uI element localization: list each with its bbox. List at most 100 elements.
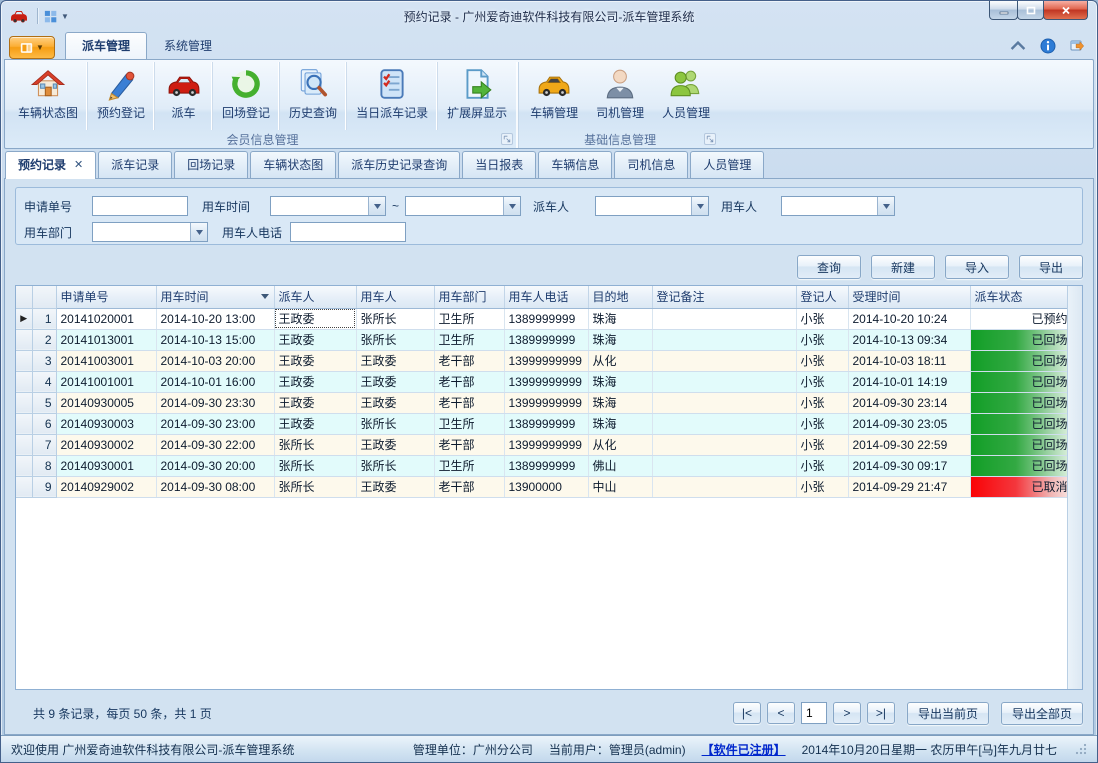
ribbon-button-派车[interactable]: 派车: [154, 62, 212, 130]
cell-phone[interactable]: 1389999999: [504, 329, 588, 350]
document-tab-回场记录[interactable]: 回场记录: [174, 151, 248, 178]
cell-dept[interactable]: 老干部: [434, 371, 504, 392]
cell-note[interactable]: [652, 350, 796, 371]
cell-status[interactable]: 已预约: [970, 308, 1067, 329]
cell-dest[interactable]: 珠海: [588, 392, 652, 413]
cell-order[interactable]: 20140929002: [56, 476, 156, 497]
cell-dispatcher[interactable]: 王政委: [274, 350, 356, 371]
cell-status[interactable]: 已回场: [970, 350, 1067, 371]
document-tab-派车记录[interactable]: 派车记录: [98, 151, 172, 178]
document-tab-司机信息[interactable]: 司机信息: [614, 151, 688, 178]
title-bar[interactable]: ▼ 预约记录 - 广州爱奇迪软件科技有限公司-派车管理系统: [4, 1, 1094, 31]
first-page-button[interactable]: |<: [733, 702, 761, 724]
cell-dept[interactable]: 卫生所: [434, 455, 504, 476]
cell-status[interactable]: 已回场: [970, 392, 1067, 413]
cell-time[interactable]: 2014-09-30 23:30: [156, 392, 274, 413]
about-icon[interactable]: [1070, 38, 1086, 54]
cell-dest[interactable]: 珠海: [588, 413, 652, 434]
minimize-button[interactable]: [989, 1, 1018, 20]
cell-user[interactable]: 王政委: [356, 434, 434, 455]
cell-registrar[interactable]: 小张: [796, 455, 848, 476]
cell-phone[interactable]: 13999999999: [504, 434, 588, 455]
ribbon-button-扩展屏显示[interactable]: 扩展屏显示: [437, 62, 516, 130]
cell-time[interactable]: 2014-09-30 23:00: [156, 413, 274, 434]
column-header-用车时间[interactable]: 用车时间: [156, 286, 274, 308]
cell-registrar[interactable]: 小张: [796, 392, 848, 413]
table-row[interactable]: 6201409300032014-09-30 23:00王政委张所长卫生所138…: [16, 413, 1067, 434]
column-header-申请单号[interactable]: 申请单号: [56, 286, 156, 308]
cell-phone[interactable]: 13999999999: [504, 350, 588, 371]
query-button[interactable]: 查询: [797, 255, 861, 279]
ribbon-button-车辆状态图[interactable]: 车辆状态图: [9, 62, 87, 130]
page-number-input[interactable]: [801, 702, 827, 724]
ribbon-button-预约登记[interactable]: 预约登记: [87, 62, 154, 130]
cell-dest[interactable]: 珠海: [588, 371, 652, 392]
cell-phone[interactable]: 13900000: [504, 476, 588, 497]
prev-page-button[interactable]: <: [767, 702, 795, 724]
ribbon-button-当日派车记录[interactable]: 当日派车记录: [346, 62, 437, 130]
cell-registrar[interactable]: 小张: [796, 308, 848, 329]
close-button[interactable]: [1043, 1, 1088, 20]
import-button[interactable]: 导入: [945, 255, 1009, 279]
cell-dept[interactable]: 老干部: [434, 434, 504, 455]
cell-registrar[interactable]: 小张: [796, 476, 848, 497]
ribbon-button-司机管理[interactable]: 司机管理: [587, 62, 653, 130]
cell-dispatcher[interactable]: 王政委: [274, 392, 356, 413]
export-all-pages-button[interactable]: 导出全部页: [1001, 702, 1083, 725]
vertical-scrollbar[interactable]: [1067, 286, 1082, 689]
cell-status[interactable]: 已取消: [970, 476, 1067, 497]
cell-accepted[interactable]: 2014-09-30 09:17: [848, 455, 970, 476]
ribbon-button-人员管理[interactable]: 人员管理: [653, 62, 719, 130]
last-page-button[interactable]: >|: [867, 702, 895, 724]
table-row[interactable]: 5201409300052014-09-30 23:30王政委王政委老干部139…: [16, 392, 1067, 413]
cell-user[interactable]: 王政委: [356, 371, 434, 392]
chevron-down-icon[interactable]: [691, 197, 708, 215]
document-tab-人员管理[interactable]: 人员管理: [690, 151, 764, 178]
cell-registrar[interactable]: 小张: [796, 329, 848, 350]
cell-order[interactable]: 20141013001: [56, 329, 156, 350]
dept-combo[interactable]: [92, 222, 208, 242]
use-time-to-combo[interactable]: [405, 196, 521, 216]
column-header-登记人[interactable]: 登记人: [796, 286, 848, 308]
table-row[interactable]: 4201410010012014-10-01 16:00王政委王政委老干部139…: [16, 371, 1067, 392]
cell-status[interactable]: 已回场: [970, 413, 1067, 434]
cell-accepted[interactable]: 2014-10-03 18:11: [848, 350, 970, 371]
cell-note[interactable]: [652, 434, 796, 455]
column-header-用车部门[interactable]: 用车部门: [434, 286, 504, 308]
quick-access-toolbar-icon[interactable]: [43, 9, 58, 24]
cell-order[interactable]: 20140930005: [56, 392, 156, 413]
cell-dept[interactable]: 卫生所: [434, 329, 504, 350]
cell-dest[interactable]: 从化: [588, 350, 652, 371]
cell-phone[interactable]: 1389999999: [504, 308, 588, 329]
cell-dept[interactable]: 卫生所: [434, 308, 504, 329]
cell-accepted[interactable]: 2014-09-29 21:47: [848, 476, 970, 497]
table-row[interactable]: 8201409300012014-09-30 20:00张所长张所长卫生所138…: [16, 455, 1067, 476]
cell-status[interactable]: 已回场: [970, 455, 1067, 476]
column-header-登记备注[interactable]: 登记备注: [652, 286, 796, 308]
column-header-派车状态[interactable]: 派车状态: [970, 286, 1067, 308]
table-row[interactable]: 2201410130012014-10-13 15:00王政委张所长卫生所138…: [16, 329, 1067, 350]
cell-dispatcher[interactable]: 张所长: [274, 455, 356, 476]
cell-user[interactable]: 张所长: [356, 329, 434, 350]
cell-dept[interactable]: 老干部: [434, 350, 504, 371]
user-phone-input[interactable]: [290, 222, 406, 242]
maximize-button[interactable]: [1017, 1, 1044, 20]
ribbon-tab-系统管理[interactable]: 系统管理: [147, 32, 229, 59]
ribbon-button-回场登记[interactable]: 回场登记: [212, 62, 279, 130]
document-tab-当日报表[interactable]: 当日报表: [462, 151, 536, 178]
chevron-down-icon[interactable]: [503, 197, 520, 215]
cell-user[interactable]: 张所长: [356, 455, 434, 476]
column-header-用车人电话[interactable]: 用车人电话: [504, 286, 588, 308]
license-status-link[interactable]: 【软件已注册】: [702, 741, 786, 758]
cell-dispatcher[interactable]: 王政委: [274, 413, 356, 434]
cell-phone[interactable]: 13999999999: [504, 392, 588, 413]
cell-user[interactable]: 王政委: [356, 392, 434, 413]
chevron-down-icon[interactable]: [190, 223, 207, 241]
dialog-launcher-icon[interactable]: [501, 133, 513, 145]
dispatcher-combo[interactable]: [595, 196, 709, 216]
cell-time[interactable]: 2014-10-03 20:00: [156, 350, 274, 371]
cell-time[interactable]: 2014-09-30 08:00: [156, 476, 274, 497]
cell-user[interactable]: 张所长: [356, 308, 434, 329]
cell-user[interactable]: 张所长: [356, 413, 434, 434]
table-row[interactable]: 9201409290022014-09-30 08:00张所长王政委老干部139…: [16, 476, 1067, 497]
